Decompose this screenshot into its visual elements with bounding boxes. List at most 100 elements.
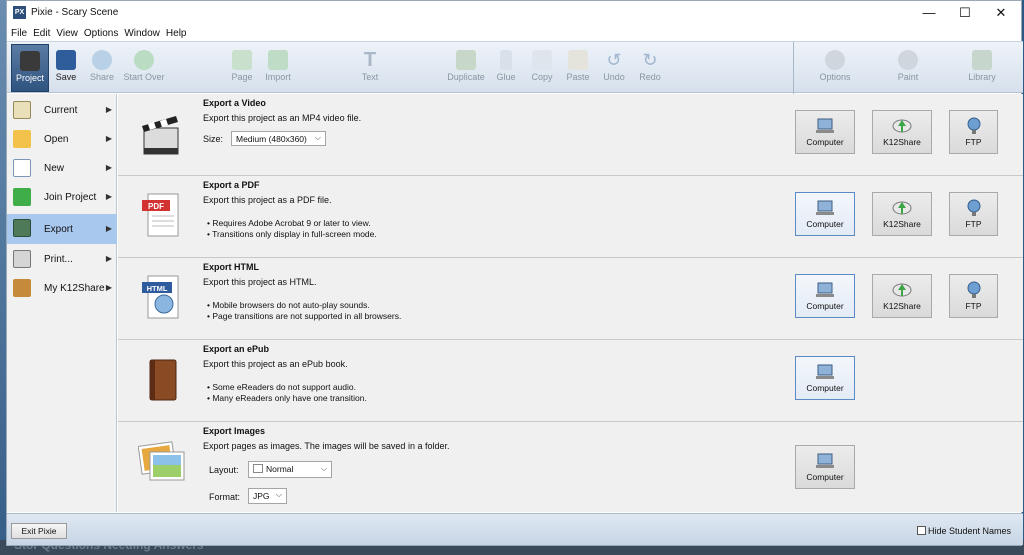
ftp-label: FTP [965, 219, 982, 229]
chevron-down-icon: ⌵ [275, 490, 282, 499]
library-label: Library [968, 72, 996, 82]
export-panel: Export a Video Export this project as an… [118, 94, 1023, 512]
menu-edit[interactable]: Edit [33, 28, 50, 39]
text-button[interactable]: T Text [347, 44, 393, 92]
computer-icon [815, 281, 835, 299]
layout-swatch-icon [253, 464, 263, 473]
paste-icon [568, 50, 588, 70]
computer-label: Computer [806, 301, 844, 311]
hide-student-names-label: Hide Student Names [927, 526, 1011, 536]
video-k12share-button[interactable]: K12Share [872, 110, 932, 154]
glue-icon [500, 50, 512, 70]
format-select[interactable]: JPG ⌵ [248, 488, 287, 504]
add-page-icon [232, 50, 252, 70]
globe-icon [964, 281, 984, 299]
close-button[interactable]: ✕ [983, 1, 1019, 25]
computer-label: Computer [806, 383, 844, 393]
export-images-description: Export pages as images. The images will … [203, 441, 450, 451]
pdf-file-icon: PDF [138, 190, 182, 240]
html-ftp-button[interactable]: FTP [949, 274, 998, 318]
images-computer-button[interactable]: Computer [795, 445, 855, 489]
export-video-row: Export a Video Export this project as an… [118, 94, 1023, 176]
html-k12share-button[interactable]: K12Share [872, 274, 932, 318]
menu-help[interactable]: Help [166, 28, 187, 39]
epub-notes: • Some eReaders do not support audio. • … [207, 382, 367, 404]
hide-student-names-checkbox[interactable] [916, 526, 926, 535]
epub-note-2: • Many eReaders only have one transition… [207, 393, 367, 403]
html-notes: • Mobile browsers do not auto-play sound… [207, 300, 401, 322]
menu-view[interactable]: View [56, 28, 78, 39]
redo-button[interactable]: ↻ Redo [627, 44, 673, 92]
maximize-button[interactable]: ☐ [947, 1, 983, 25]
export-images-title: Export Images [203, 426, 266, 436]
epub-computer-button[interactable]: Computer [795, 356, 855, 400]
pencil-icon [13, 101, 31, 119]
import-button[interactable]: Import [255, 44, 301, 92]
menu-bar: File Edit View Options Window Help [7, 25, 1021, 41]
export-pdf-description: Export this project as a PDF file. [203, 195, 332, 205]
video-ftp-button[interactable]: FTP [949, 110, 998, 154]
nav-item-join-project[interactable]: Join Project ▶ [7, 183, 117, 211]
duplicate-icon [456, 50, 476, 70]
export-video-description: Export this project as an MP4 video file… [203, 113, 362, 123]
redo-label: Redo [639, 72, 661, 82]
pdf-ftp-button[interactable]: FTP [949, 192, 998, 236]
pixie-app-icon: PX [13, 6, 26, 19]
library-icon [972, 50, 992, 70]
nav-current-label: Current [44, 105, 78, 116]
pdf-k12share-button[interactable]: K12Share [872, 192, 932, 236]
computer-label: Computer [806, 219, 844, 229]
chevron-down-icon: ⌵ [320, 464, 327, 473]
menu-file[interactable]: File [11, 28, 27, 39]
nav-open-label: Open [44, 134, 69, 145]
nav-item-new[interactable]: New ▶ [7, 154, 117, 182]
layout-value: Normal [266, 464, 294, 474]
video-size-select[interactable]: Medium (480x360) ⌵ [231, 131, 326, 146]
pdf-badge-text: PDF [148, 202, 164, 211]
export-icon [13, 219, 31, 237]
nav-item-my-k12share[interactable]: My K12Share ▶ [7, 274, 117, 302]
html-file-icon: HTML [138, 272, 182, 322]
pdf-computer-button[interactable]: Computer [795, 192, 855, 236]
nav-export-label: Export [44, 224, 73, 235]
nav-item-export[interactable]: Export ▶ [7, 214, 117, 244]
chevron-right-icon: ▶ [105, 254, 112, 263]
menu-window[interactable]: Window [124, 28, 160, 39]
printer-icon [13, 250, 31, 268]
redo-icon: ↻ [642, 50, 658, 70]
size-label: Size: [203, 134, 224, 144]
video-computer-button[interactable]: Computer [795, 110, 855, 154]
html-note-2: • Page transitions are not supported in … [207, 311, 402, 321]
nav-print-label: Print... [44, 254, 73, 265]
share-button[interactable]: Share [79, 44, 125, 92]
library-button[interactable]: Library [959, 44, 1005, 92]
nav-item-print[interactable]: Print... ▶ [7, 245, 117, 273]
join-user-icon [13, 188, 31, 206]
undo-icon: ↺ [606, 50, 622, 70]
globe-icon [964, 117, 984, 135]
nav-item-open[interactable]: Open ▶ [7, 125, 117, 153]
layout-select[interactable]: Normal ⌵ [248, 461, 332, 478]
hide-student-names-toggle[interactable]: Hide Student Names [916, 526, 1011, 536]
chevron-right-icon: ▶ [105, 163, 112, 172]
html-computer-button[interactable]: Computer [795, 274, 855, 318]
menu-options[interactable]: Options [84, 28, 118, 39]
nav-join-label: Join Project [44, 192, 97, 203]
app-window: PX Pixie - Scary Scene — ☐ ✕ File Edit V… [6, 0, 1023, 546]
paint-button[interactable]: Paint [885, 44, 931, 92]
export-html-description: Export this project as HTML. [203, 277, 317, 287]
nav-item-current[interactable]: Current ▶ [7, 96, 117, 124]
computer-icon [815, 117, 835, 135]
exit-pixie-button[interactable]: Exit Pixie [11, 523, 67, 539]
main-toolbar: Project Save Share Start Over Page Impor… [7, 41, 1023, 94]
chevron-right-icon: ▶ [105, 283, 112, 292]
window-title: Pixie - Scary Scene [31, 7, 119, 18]
nav-new-label: New [44, 163, 65, 174]
minimize-button[interactable]: — [911, 1, 947, 25]
k12share-label: K12Share [883, 137, 921, 147]
text-tool-icon: T [363, 49, 377, 71]
options-button[interactable]: Options [812, 44, 858, 92]
cloud-upload-icon [892, 281, 912, 299]
start-over-button[interactable]: Start Over [121, 44, 167, 92]
options-label: Options [819, 72, 851, 82]
